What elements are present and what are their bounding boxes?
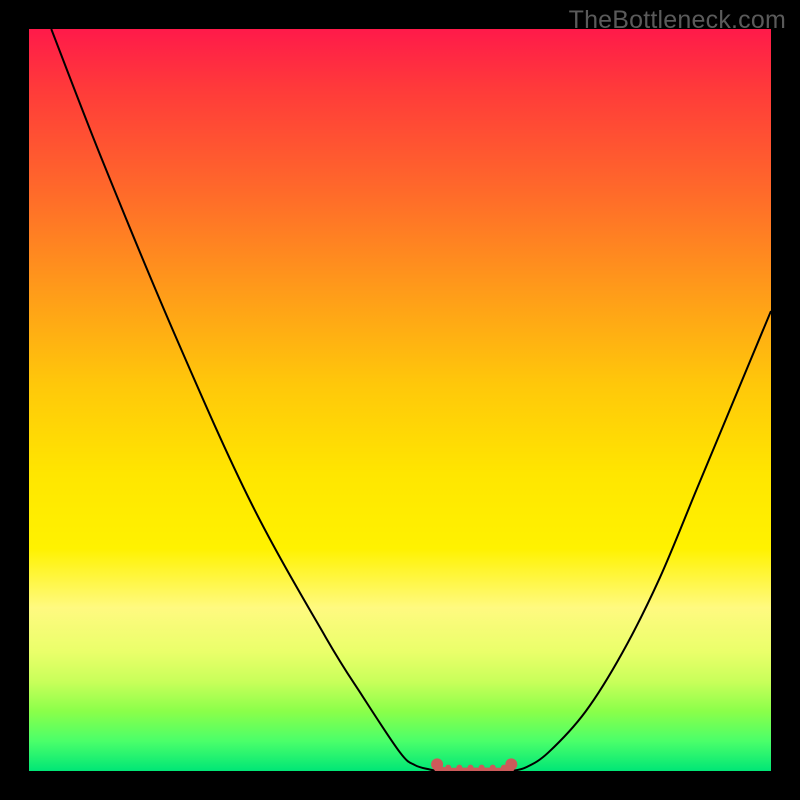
right-curve-path [511,311,771,771]
marker-right-dot [505,758,517,770]
chart-curves [29,29,771,771]
flat-bottom-markers [434,763,514,771]
marker-left-dot [431,758,443,770]
left-curve-path [51,29,437,771]
